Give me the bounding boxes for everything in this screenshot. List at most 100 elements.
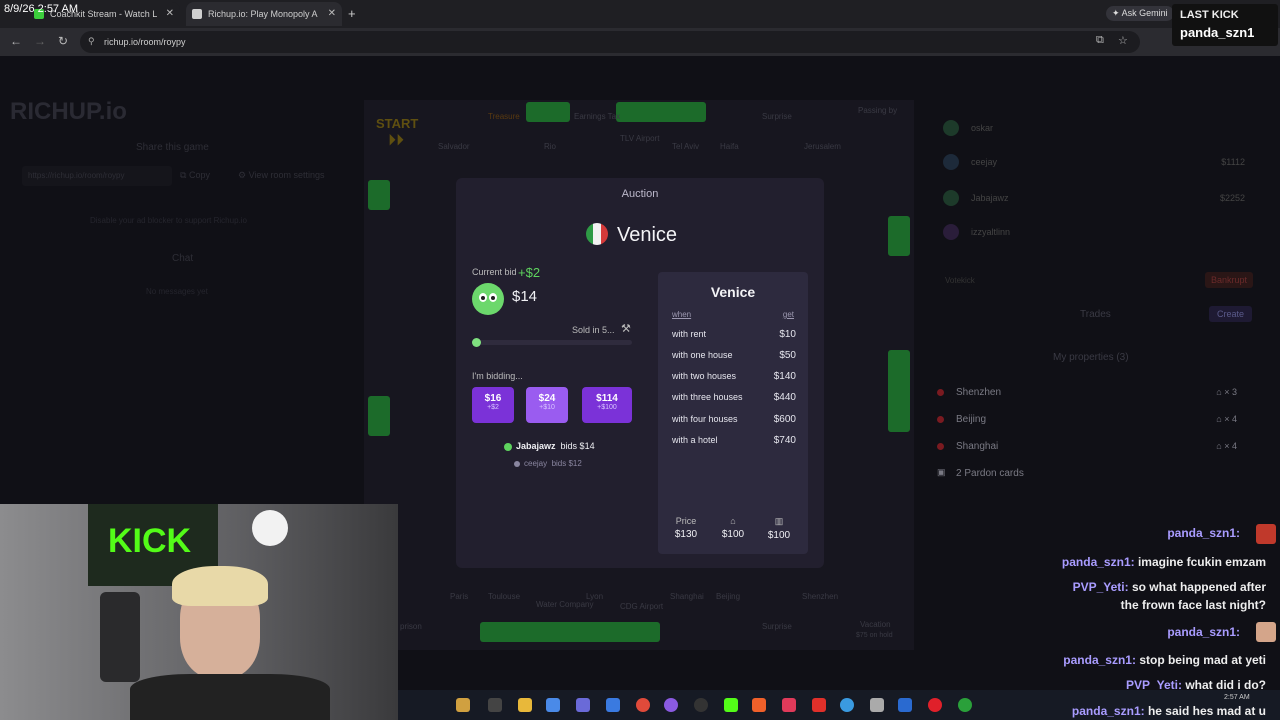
clock: 2:57 AM [1224, 694, 1250, 701]
app-icon[interactable] [898, 698, 912, 712]
browser-address-bar: ← → ↻ ⚲ richup.io/room/roypy ⧉ ☆ [0, 28, 1280, 56]
copy-button[interactable]: ⧉ Copy [180, 170, 210, 181]
opera-icon[interactable] [928, 698, 942, 712]
price-value: $130 [674, 529, 698, 540]
player-dot [504, 442, 512, 451]
player-row[interactable]: oskar [939, 120, 1259, 140]
player-row[interactable]: izzyaltlinn [939, 224, 1259, 244]
votekick-button[interactable]: Votekick [945, 276, 975, 285]
help-icon[interactable] [840, 698, 854, 712]
board-cell: Toulouse [488, 592, 521, 601]
player-row[interactable]: Jabajawz $2252 [939, 190, 1259, 210]
teams-icon[interactable] [576, 698, 590, 712]
avatar [472, 283, 504, 315]
install-app-icon[interactable]: ⧉ [1096, 34, 1104, 47]
property-row[interactable]: Beijing ⌂ × 4 [931, 413, 1251, 431]
share-title: Share this game [136, 142, 209, 153]
last-kick-overlay: LAST KICK panda_szn1 [1172, 4, 1278, 46]
board-cell: TLV Airport [620, 134, 660, 143]
chat-message: the frown face last night? [1120, 598, 1266, 612]
rent-row: with three houses $440 [672, 392, 796, 403]
task-view-icon[interactable] [488, 698, 502, 712]
rent-row: with two houses $140 [672, 371, 796, 382]
app-icon[interactable] [812, 698, 826, 712]
start-cell: START [376, 116, 419, 131]
auction-title: Auction [621, 188, 659, 200]
player-row[interactable]: ceejay $1112 [939, 154, 1259, 174]
property-row[interactable]: Shanghai ⌂ × 4 [931, 440, 1251, 458]
room-settings-button[interactable]: ⚙ View room settings [238, 170, 324, 181]
tab-title: Richup.io: Play Monopoly A [208, 9, 318, 19]
url-field[interactable]: ⚲ richup.io/room/roypy [80, 31, 1140, 53]
board-cell: Surprise [762, 112, 792, 121]
right-green-bar-2 [888, 350, 910, 432]
richup-favicon-icon [192, 9, 202, 19]
board-cell: Treasure [488, 112, 520, 121]
hotel-cost-value: $100 [767, 530, 791, 541]
board-cell: Beijing [716, 592, 741, 601]
board-cell: Shenzhen [802, 592, 839, 601]
italy-flag-icon [586, 223, 608, 245]
sold-in-timer-text: Sold in 5... [572, 325, 615, 335]
obs-icon[interactable] [694, 698, 708, 712]
left-green-bar [368, 180, 390, 210]
house-icon: ⌂ [1216, 414, 1222, 424]
china-flag-icon [937, 443, 944, 450]
xbox-icon[interactable] [958, 698, 972, 712]
board-cell: Haifa [720, 142, 739, 151]
board-cell: Rio [544, 142, 557, 151]
property-row[interactable]: Shenzhen ⌂ × 3 [931, 386, 1251, 404]
bookmark-star-icon[interactable]: ☆ [1118, 34, 1128, 47]
auction-modal: Auction Venice Current bid +$2 $14 Sold … [456, 178, 824, 568]
back-icon[interactable]: ← [10, 34, 22, 48]
board-cell: CDG Airport [620, 602, 664, 611]
chat-message: PVP_Yeti: so what happened after [1072, 580, 1266, 594]
create-trade-button[interactable]: Create [1209, 306, 1253, 322]
house-icon: ⌂ [1216, 441, 1222, 451]
avatar [943, 190, 959, 206]
brave-icon[interactable] [752, 698, 766, 712]
bid-button-plus-100[interactable]: $114 +$100 [582, 387, 632, 423]
player-money: $2252 [1219, 193, 1245, 203]
new-tab-icon[interactable]: + [348, 6, 356, 21]
hotel-icon: ▥ [774, 516, 784, 526]
board-cell: Tel Aviv [672, 142, 699, 151]
music-icon[interactable] [782, 698, 796, 712]
site-info-icon[interactable]: ⚲ [88, 36, 95, 47]
property-card-title: Venice [710, 284, 756, 300]
card-icon: ▣ [937, 467, 946, 477]
kick-banner-text: KICK [108, 522, 192, 560]
file-explorer-icon[interactable] [518, 698, 532, 712]
bankrupt-button[interactable]: Bankrupt [1205, 272, 1254, 288]
bid-history-row: Jabajawz bids $14 [504, 441, 595, 451]
ad-notice: Disable your ad blocker to support Richu… [90, 216, 247, 225]
forward-icon[interactable]: → [34, 34, 46, 48]
start-menu-icon[interactable] [456, 698, 470, 712]
copilot-icon[interactable] [546, 698, 560, 712]
top-green-bar [526, 102, 570, 122]
browser-tab-richup[interactable]: Richup.io: Play Monopoly A ✕ [186, 2, 342, 26]
rent-row: with a hotel $740 [672, 435, 796, 446]
gemini-icon: ✦ [1112, 8, 1120, 18]
close-tab-icon[interactable]: ✕ [328, 8, 336, 19]
reload-icon[interactable]: ↻ [58, 34, 68, 48]
timestamp-overlay: 8/9/26 2:57 AM [4, 3, 78, 15]
chrome-icon[interactable] [636, 698, 650, 712]
rent-get-header: get [782, 310, 794, 319]
app-icon[interactable] [870, 698, 884, 712]
close-tab-icon[interactable]: ✕ [166, 8, 174, 19]
gear-icon: ⚙ [238, 170, 247, 180]
right-green-bar [888, 216, 910, 256]
gemini-button[interactable]: ✦ Ask Gemini [1106, 6, 1174, 21]
rent-row: with four houses $600 [672, 414, 796, 425]
china-flag-icon [937, 416, 944, 423]
messenger-icon[interactable] [664, 698, 678, 712]
bid-button-plus-10[interactable]: $24 +$10 [526, 387, 568, 423]
kick-app-icon[interactable] [724, 698, 738, 712]
store-icon[interactable] [606, 698, 620, 712]
bid-button-plus-2[interactable]: $16 +$2 [472, 387, 514, 423]
player-money: $1112 [1221, 157, 1245, 167]
share-url-field[interactable]: https://richup.io/room/roypy [22, 166, 172, 186]
url-text: richup.io/room/roypy [104, 37, 186, 47]
bid-history-row: ceejay bids $12 [514, 459, 582, 468]
